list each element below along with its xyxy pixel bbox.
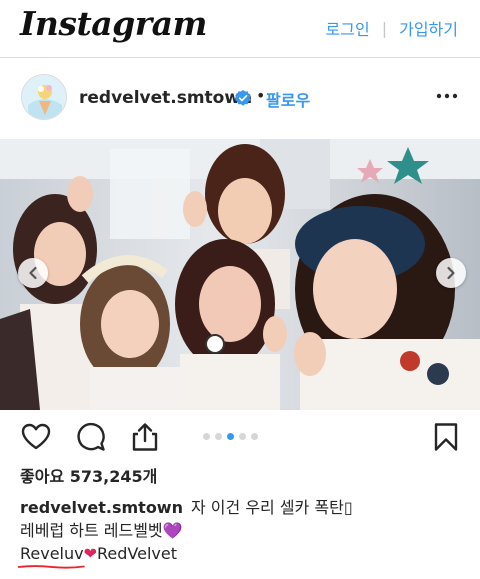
carousel-dot: [203, 433, 210, 440]
caption-line-2: 레베럽 하트 레드벨벳💜: [20, 519, 470, 542]
signup-link[interactable]: 가입하기: [399, 16, 458, 40]
post-username[interactable]: redvelvet.smtown: [79, 88, 252, 108]
instagram-logo[interactable]: Instagram: [20, 4, 207, 43]
more-options-icon[interactable]: [436, 92, 458, 100]
auth-separator: |: [381, 18, 388, 38]
carousel-next-button[interactable]: [436, 258, 466, 288]
purple-heart-emoji: 💜: [162, 521, 183, 540]
carousel-prev-button[interactable]: [18, 258, 48, 288]
share-icon[interactable]: [129, 421, 161, 453]
missing-glyph: ▯: [343, 498, 353, 517]
caption-text-3: RedVelvet: [97, 544, 177, 563]
carousel-dot: [215, 433, 222, 440]
reveluv-word: Reveluv: [18, 542, 85, 569]
caption-line-1: redvelvet.smtown 자 이건 우리 셀카 폭탄▯: [20, 496, 470, 519]
carousel-dot: [239, 433, 246, 440]
red-heart-emoji: ❤: [83, 544, 98, 563]
post-image: [0, 139, 480, 410]
post-caption: redvelvet.smtown 자 이건 우리 셀카 폭탄▯ 레베럽 하트 레드…: [18, 496, 470, 569]
follow-button[interactable]: 팔로우: [266, 87, 310, 111]
reveluv-text: Reveluv: [20, 544, 84, 563]
caption-line-3: Reveluv ❤RedVelvet: [18, 542, 470, 569]
post-header: redvelvet.smtown • 팔로우: [0, 64, 480, 136]
post-photo[interactable]: [0, 139, 480, 410]
avatar[interactable]: [21, 74, 67, 120]
carousel-dot-active: [227, 433, 234, 440]
auth-links: 로그인 | 가입하기: [326, 16, 458, 40]
red-underline-annotation: [18, 565, 85, 569]
dot-separator: •: [256, 86, 266, 105]
caption-text-2: 레베럽 하트 레드벨벳: [20, 521, 163, 540]
caption-username[interactable]: redvelvet.smtown: [20, 498, 183, 517]
chevron-left-icon: [29, 266, 37, 280]
like-count[interactable]: 좋아요 573,245개: [20, 463, 157, 487]
chevron-right-icon: [447, 266, 455, 280]
post-actions: [0, 412, 480, 462]
carousel-indicator: [203, 433, 258, 440]
carousel-dot: [251, 433, 258, 440]
avatar-image: [22, 75, 66, 119]
comment-icon[interactable]: [75, 421, 107, 453]
caption-text-1: 자 이건 우리 셀카 폭탄: [190, 498, 344, 517]
login-link[interactable]: 로그인: [326, 16, 370, 40]
verified-badge-icon: [235, 89, 251, 106]
top-bar: Instagram 로그인 | 가입하기: [0, 0, 480, 58]
heart-icon[interactable]: [20, 421, 52, 453]
bookmark-icon[interactable]: [430, 421, 462, 453]
